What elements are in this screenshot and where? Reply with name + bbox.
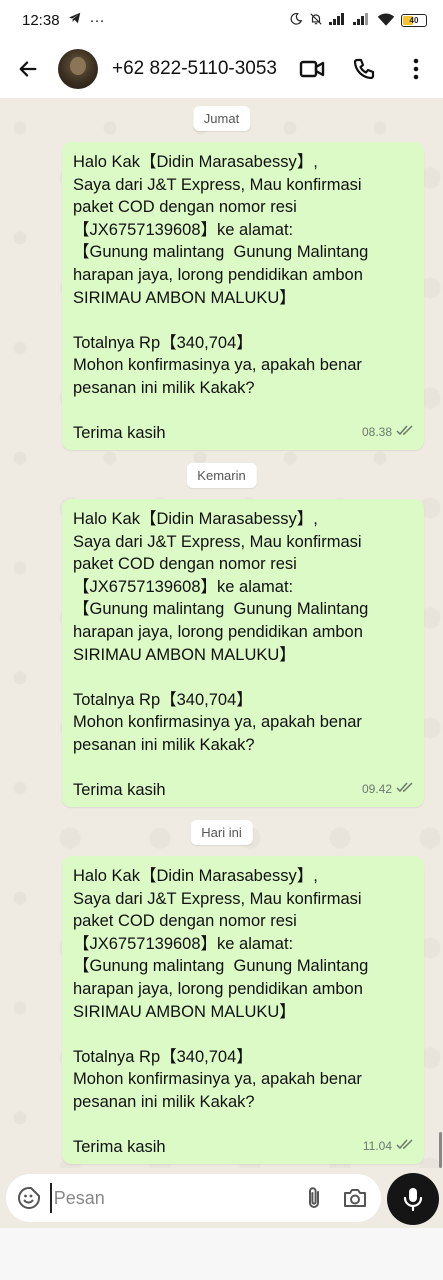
camera-icon[interactable]: [341, 1183, 369, 1213]
message-line: pesanan ini milik Kakak?: [73, 735, 255, 754]
message-bubble[interactable]: Halo Kak【Didin Marasabessy】, Saya dari J…: [62, 142, 424, 450]
status-extra: ···: [89, 11, 105, 29]
date-chip: Jumat: [192, 106, 251, 131]
back-arrow-icon[interactable]: [14, 55, 42, 83]
avatar[interactable]: [58, 49, 98, 89]
message-line: Saya dari J&T Express, Mau konfirmasi: [73, 175, 362, 194]
microphone-icon[interactable]: [387, 1173, 439, 1225]
status-left: 12:38 ···: [22, 11, 105, 29]
battery-indicator: 40: [401, 13, 427, 27]
signal-icon-2: [353, 12, 371, 28]
message-input[interactable]: [49, 1183, 286, 1213]
message-line: paket COD dengan nomor resi: [73, 912, 297, 931]
message-line: Terima kasih: [73, 1138, 166, 1157]
message-line: Halo Kak【Didin Marasabessy】,: [73, 153, 318, 171]
navigation-area: [0, 1228, 443, 1280]
sticker-icon[interactable]: [16, 1184, 42, 1212]
message-line: Totalnya Rp【340,704】: [73, 1047, 253, 1066]
message-line: Mohon konfirmasinya ya, apakah benar: [73, 1070, 362, 1089]
message-line: Halo Kak【Didin Marasabessy】,: [73, 867, 318, 885]
composer: [0, 1168, 443, 1228]
scroll-indicator[interactable]: [439, 1132, 442, 1168]
message-line: [73, 1023, 412, 1046]
message-line: 【JX6757139608】ke alamat:: [73, 577, 294, 596]
message-line: [73, 400, 412, 423]
message-line: Totalnya Rp【340,704】: [73, 690, 253, 709]
contact-name[interactable]: +62 822-5110-3053: [112, 58, 297, 80]
chat-area[interactable]: Jumat Halo Kak【Didin Marasabessy】, Saya …: [0, 98, 443, 1168]
mute-bell-icon: [309, 12, 323, 29]
message-line: pesanan ini milik Kakak?: [73, 1092, 255, 1111]
message-line: harapan jaya, lorong pendidikan ambon: [73, 979, 363, 998]
message-line: harapan jaya, lorong pendidikan ambon: [73, 265, 363, 284]
message-line: [73, 666, 412, 689]
video-call-icon[interactable]: [297, 54, 327, 84]
status-bar: 12:38 ··· 40: [0, 0, 443, 40]
message-line: pesanan ini milik Kakak?: [73, 378, 255, 397]
message-line: SIRIMAU AMBON MALUKU】: [73, 1002, 296, 1021]
message-line: Totalnya Rp【340,704】: [73, 333, 253, 352]
double-check-icon: [396, 421, 414, 444]
signal-icon: [329, 12, 347, 28]
message-line: SIRIMAU AMBON MALUKU】: [73, 645, 296, 664]
message-line: [73, 309, 412, 332]
chat-header: +62 822-5110-3053: [0, 40, 443, 98]
message-line: SIRIMAU AMBON MALUKU】: [73, 288, 296, 307]
wifi-icon: [377, 12, 395, 29]
header-actions: [297, 54, 431, 84]
message-line: 【Gunung malintang Gunung Malintang: [73, 957, 369, 976]
message-line: Saya dari J&T Express, Mau konfirmasi: [73, 889, 362, 908]
message-time: 09.42: [361, 782, 392, 797]
message-meta: 09.42: [362, 778, 414, 801]
message-line: paket COD dengan nomor resi: [73, 555, 297, 574]
message-line: [73, 1114, 412, 1137]
message-line: 【Gunung malintang Gunung Malintang: [73, 243, 369, 262]
message-line: 【JX6757139608】ke alamat:: [73, 220, 294, 239]
message-line: Saya dari J&T Express, Mau konfirmasi: [73, 532, 362, 551]
message-line: 【Gunung malintang Gunung Malintang: [73, 600, 369, 619]
date-chip: Kemarin: [186, 463, 257, 488]
status-right: 40: [289, 12, 427, 29]
date-chip: Hari ini: [190, 820, 253, 845]
message-line: Mohon konfirmasinya ya, apakah benar: [73, 356, 362, 375]
message-line: paket COD dengan nomor resi: [73, 198, 297, 217]
message-line: [73, 757, 412, 780]
composer-box: [6, 1174, 381, 1222]
moon-icon: [289, 12, 303, 29]
telegram-icon: [68, 11, 82, 29]
voice-call-icon[interactable]: [349, 54, 379, 84]
message-bubble[interactable]: Halo Kak【Didin Marasabessy】, Saya dari J…: [62, 856, 424, 1164]
battery-level: 40: [409, 15, 419, 25]
double-check-icon: [396, 1135, 414, 1158]
message-time: 11.04: [362, 1139, 392, 1154]
more-vertical-icon[interactable]: [401, 54, 431, 84]
message-line: 【JX6757139608】ke alamat:: [73, 934, 294, 953]
message-bubble[interactable]: Halo Kak【Didin Marasabessy】, Saya dari J…: [62, 499, 424, 807]
double-check-icon: [396, 778, 414, 801]
status-time: 12:38: [22, 11, 60, 29]
message-meta: 08.38: [362, 421, 414, 444]
message-line: Halo Kak【Didin Marasabessy】,: [73, 510, 318, 528]
message-line: Mohon konfirmasinya ya, apakah benar: [73, 713, 362, 732]
paperclip-icon[interactable]: [300, 1183, 328, 1213]
message-meta: 11.04: [363, 1135, 414, 1158]
message-line: harapan jaya, lorong pendidikan ambon: [73, 622, 363, 641]
message-time: 08.38: [361, 425, 392, 440]
